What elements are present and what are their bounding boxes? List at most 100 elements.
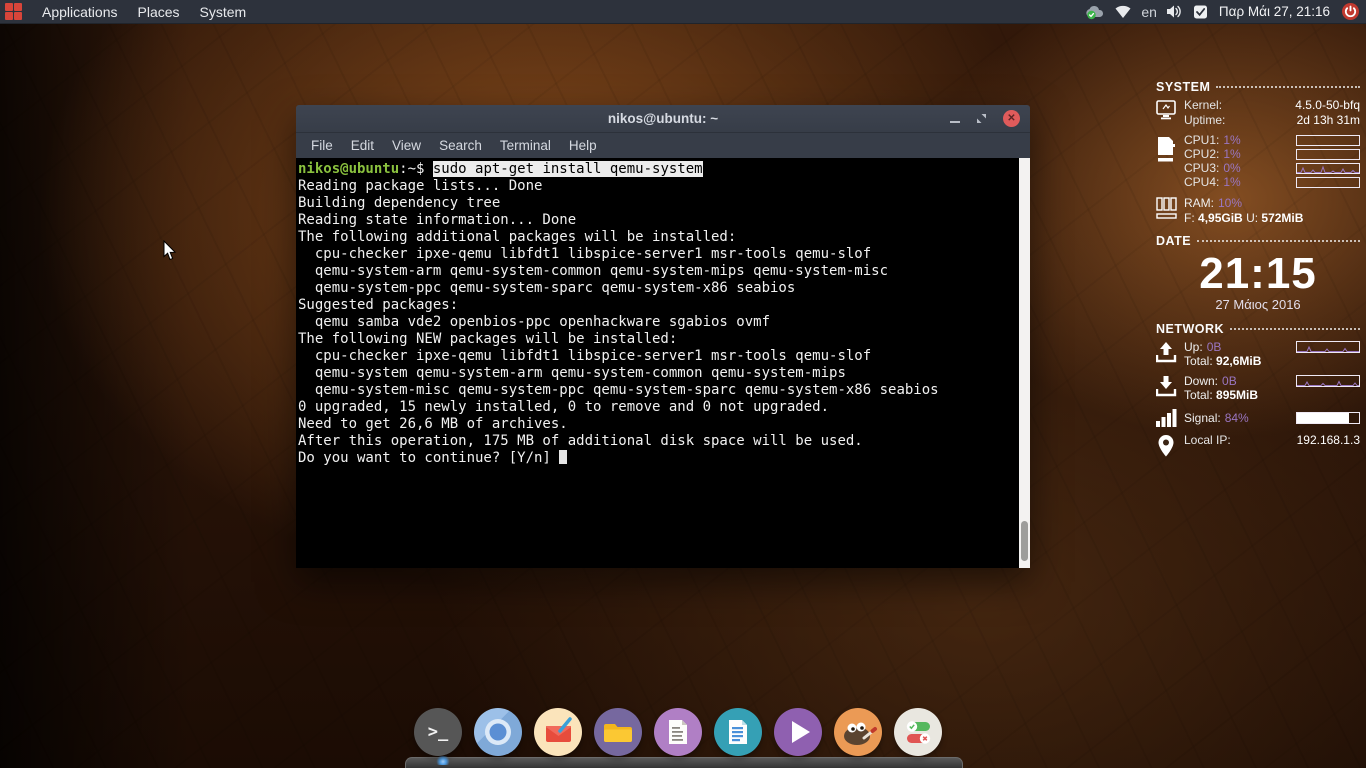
terminal-line: Suggested packages: — [298, 297, 1016, 314]
minimize-button[interactable] — [950, 121, 960, 123]
cpu2-line: CPU2:1% — [1184, 148, 1360, 161]
window-controls: ✕ — [950, 110, 1030, 127]
updates-check-icon[interactable] — [1193, 0, 1208, 24]
terminal-line: The following additional packages will b… — [298, 229, 1016, 246]
menu-terminal[interactable]: Terminal — [491, 133, 560, 158]
download-row: Down:0B Total: 895MiB — [1156, 374, 1360, 402]
terminal-window: nikos@ubuntu: ~ ✕ File Edit View Search … — [296, 105, 1030, 568]
menu-file[interactable]: File — [302, 133, 342, 158]
distro-logo-icon[interactable] — [5, 3, 22, 20]
cpu1-line: CPU1:1% — [1184, 134, 1360, 147]
document-icon — [654, 708, 702, 756]
mem-free-value: 4,95GiB — [1198, 211, 1243, 225]
terminal-titlebar[interactable]: nikos@ubuntu: ~ ✕ — [296, 105, 1030, 133]
scrollbar-thumb[interactable] — [1021, 521, 1028, 561]
terminal-line: qemu-system-ppc qemu-system-sparc qemu-s… — [298, 280, 1016, 297]
up-rate: 0B — [1207, 340, 1222, 354]
terminal-line: Do you want to continue? [Y/n] — [298, 450, 1016, 467]
down-total: 895MiB — [1216, 388, 1258, 402]
conky-system-heading: SYSTEM — [1156, 80, 1360, 94]
terminal-line: After this operation, 175 MB of addition… — [298, 433, 1016, 450]
dock: >_ — [414, 708, 942, 756]
dock-item-files[interactable] — [594, 708, 642, 756]
down-rate: 0B — [1222, 374, 1237, 388]
play-icon — [774, 708, 822, 756]
cpu3-graph — [1296, 163, 1360, 174]
terminal-output: nikos@ubuntu:~$ sudo apt-get install qem… — [296, 158, 1030, 467]
terminal-menubar: File Edit View Search Terminal Help — [296, 133, 1030, 158]
maximize-button[interactable] — [976, 113, 987, 124]
terminal-line: The following NEW packages will be insta… — [298, 331, 1016, 348]
cpu2-graph — [1296, 149, 1360, 160]
menu-places[interactable]: Places — [128, 0, 190, 24]
upload-graph — [1296, 341, 1360, 353]
terminal-cursor — [559, 450, 567, 464]
upload-icon — [1156, 340, 1184, 368]
wifi-icon[interactable] — [1114, 0, 1132, 24]
dock-item-mail[interactable] — [534, 708, 582, 756]
dock-background — [405, 757, 963, 768]
dock-item-chromium[interactable] — [474, 708, 522, 756]
kernel-row: Kernel:4.5.0-50-bfq Uptime:2d 13h 31m — [1156, 98, 1360, 128]
signal-bar — [1296, 412, 1360, 424]
ram-row: RAM:10% F: 4,95GiB U: 572MiB — [1156, 196, 1360, 226]
terminal-line: cpu-checker ipxe-qemu libfdt1 libspice-s… — [298, 246, 1016, 263]
terminal-line: 0 upgraded, 15 newly installed, 0 to rem… — [298, 399, 1016, 416]
keyboard-layout-indicator[interactable]: en — [1141, 4, 1157, 20]
terminal-line: qemu samba vde2 openbios-ppc openhackwar… — [298, 314, 1016, 331]
terminal-line: qemu-system-arm qemu-system-common qemu-… — [298, 263, 1016, 280]
conky-date-heading: DATE — [1156, 234, 1360, 248]
terminal-line: Building dependency tree — [298, 195, 1016, 212]
cloud-sync-icon[interactable] — [1085, 0, 1105, 24]
cpu-icon — [1156, 134, 1184, 190]
terminal-line: Reading state information... Done — [298, 212, 1016, 229]
upload-row: Up:0B Total: 92,6MiB — [1156, 340, 1360, 368]
up-total: 92,6MiB — [1216, 354, 1261, 368]
cpu3-line: CPU3:0% — [1184, 162, 1360, 175]
dock-item-gimp[interactable] — [834, 708, 882, 756]
menu-applications[interactable]: Applications — [32, 0, 128, 24]
menu-search[interactable]: Search — [430, 133, 491, 158]
dock-item-writer[interactable] — [714, 708, 762, 756]
terminal-line: qemu-system-misc qemu-system-ppc qemu-sy… — [298, 382, 1016, 399]
uptime-value: 2d 13h 31m — [1297, 113, 1360, 128]
close-button[interactable]: ✕ — [1003, 110, 1020, 127]
local-ip-value: 192.168.1.3 — [1297, 433, 1360, 448]
signal-value: 84% — [1225, 411, 1249, 425]
window-title: nikos@ubuntu: ~ — [296, 111, 1030, 126]
terminal-line: qemu-system qemu-system-arm qemu-system-… — [298, 365, 1016, 382]
menu-edit[interactable]: Edit — [342, 133, 383, 158]
menu-help[interactable]: Help — [560, 133, 606, 158]
terminal-line: Reading package lists... Done — [298, 178, 1016, 195]
terminal-line: Need to get 26,6 MB of archives. — [298, 416, 1016, 433]
power-icon[interactable] — [1341, 0, 1360, 24]
monitor-icon — [1156, 98, 1184, 128]
running-indicator — [436, 756, 450, 765]
chromium-icon — [474, 708, 522, 756]
dock-item-terminal[interactable]: >_ — [414, 708, 462, 756]
menu-system[interactable]: System — [190, 0, 257, 24]
ram-icon — [1156, 196, 1184, 226]
terminal-line: cpu-checker ipxe-qemu libfdt1 libspice-s… — [298, 348, 1016, 365]
dock-item-text-editor[interactable] — [654, 708, 702, 756]
cpu1-graph — [1296, 135, 1360, 146]
volume-icon[interactable] — [1166, 0, 1184, 24]
panel-clock[interactable]: Παρ Μάι 27, 21:16 — [1219, 4, 1330, 19]
conky-monitor: SYSTEM Kernel:4.5.0-50-bfq Uptime:2d 13h… — [1156, 80, 1360, 464]
ram-value: 10% — [1218, 196, 1242, 210]
dock-item-tweaks[interactable] — [894, 708, 942, 756]
kernel-value: 4.5.0-50-bfq — [1295, 98, 1360, 113]
top-panel: Applications Places System en — [0, 0, 1366, 24]
system-tray: en Παρ Μάι 27, 21:16 — [1085, 0, 1366, 24]
terminal-body[interactable]: nikos@ubuntu:~$ sudo apt-get install qem… — [296, 158, 1030, 568]
terminal-scrollbar[interactable] — [1019, 158, 1030, 568]
download-graph — [1296, 375, 1360, 387]
toggles-icon — [894, 708, 942, 756]
dock-item-media-player[interactable] — [774, 708, 822, 756]
mail-icon — [534, 708, 582, 756]
conky-clock: 21:15 — [1156, 252, 1360, 296]
download-icon — [1156, 374, 1184, 402]
conky-network-heading: NETWORK — [1156, 322, 1360, 336]
terminal-prompt-glyph: >_ — [428, 722, 448, 742]
menu-view[interactable]: View — [383, 133, 430, 158]
